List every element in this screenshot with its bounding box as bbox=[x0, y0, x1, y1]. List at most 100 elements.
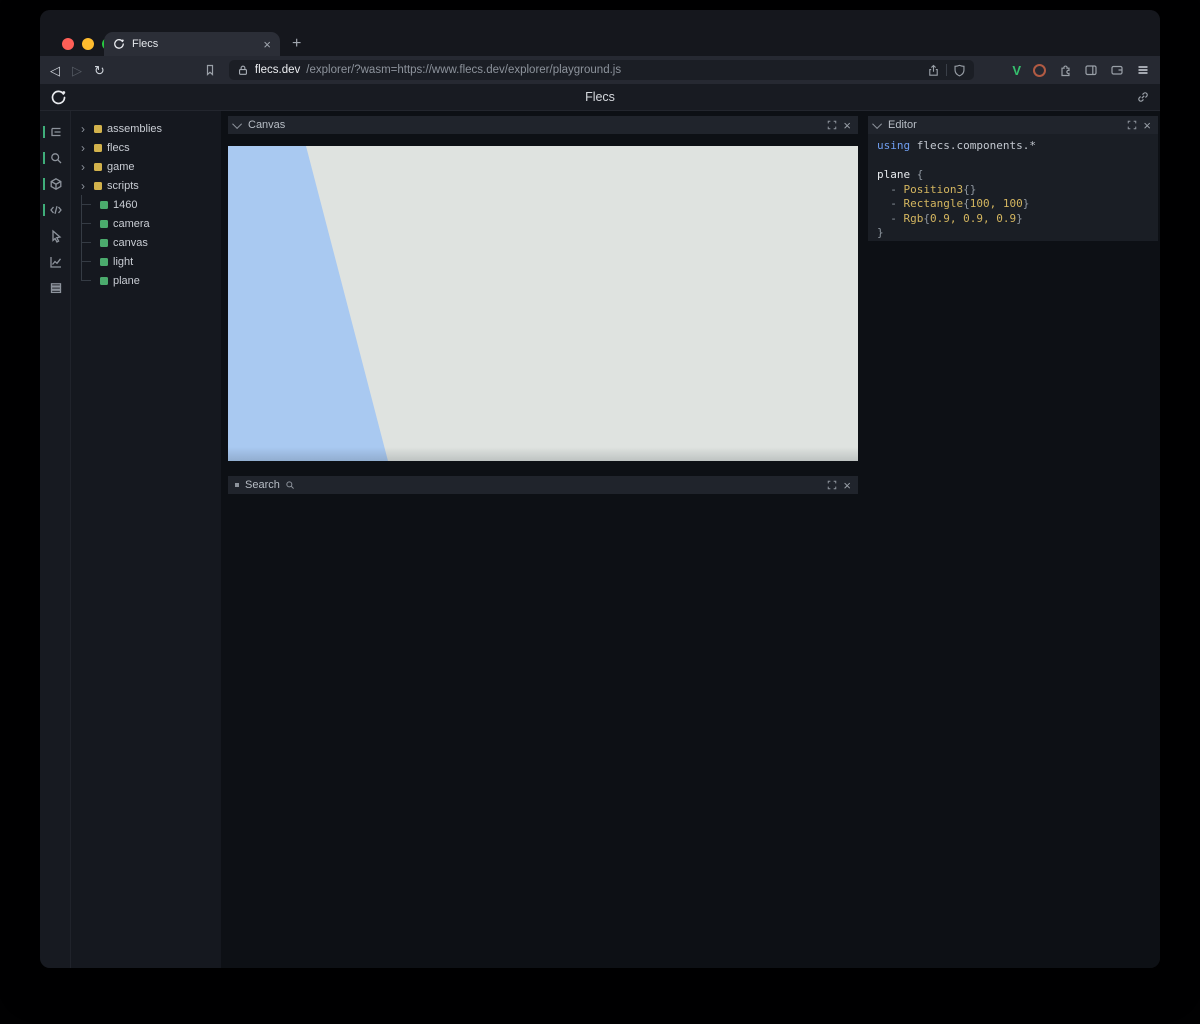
stats-chart-icon[interactable] bbox=[40, 249, 71, 275]
scene-sky bbox=[228, 146, 390, 461]
brave-shield-icon[interactable] bbox=[953, 64, 966, 77]
tree-item-label: assemblies bbox=[107, 123, 162, 135]
app-header: Flecs bbox=[40, 84, 1160, 111]
code-line: } bbox=[877, 226, 1158, 241]
module-square-icon bbox=[94, 144, 102, 152]
code-line: - Rectangle{100, 100} bbox=[877, 197, 1158, 212]
chevron-down-icon[interactable] bbox=[872, 119, 882, 129]
v-extension-icon[interactable]: V bbox=[1012, 63, 1021, 78]
close-window-button[interactable] bbox=[62, 38, 74, 50]
canvas-panel-title: Canvas bbox=[248, 119, 285, 131]
browser-toolbar: ◁ ▷ ↻ flecs.dev/explorer/?wasm=https://w… bbox=[40, 56, 1160, 84]
search-panel-header[interactable]: Search × bbox=[228, 476, 858, 494]
code-line bbox=[877, 154, 1158, 169]
close-icon[interactable]: × bbox=[843, 119, 851, 132]
expand-chevron-icon[interactable]: › bbox=[81, 180, 89, 192]
browser-tab[interactable]: Flecs × bbox=[104, 32, 280, 56]
bookmark-icon[interactable] bbox=[203, 63, 217, 77]
close-icon[interactable]: × bbox=[1143, 119, 1151, 132]
tree-item-label: plane bbox=[113, 275, 140, 287]
expand-chevron-icon[interactable]: › bbox=[81, 142, 89, 154]
sidebar-toggle-icon[interactable] bbox=[1084, 63, 1098, 77]
entity-square-icon bbox=[100, 220, 108, 228]
tab-close-icon[interactable]: × bbox=[263, 38, 271, 51]
entity-square-icon bbox=[100, 239, 108, 247]
tree-item-label: light bbox=[113, 256, 133, 268]
editor-code-icon[interactable] bbox=[40, 197, 71, 223]
tree-item-label: scripts bbox=[107, 180, 139, 192]
editor-code[interactable]: using flecs.components.* plane { - Posit… bbox=[868, 134, 1158, 241]
rows-table-icon[interactable] bbox=[40, 275, 71, 301]
tree-item-label: game bbox=[107, 161, 135, 173]
flecs-logo-icon bbox=[50, 89, 67, 106]
fullscreen-icon[interactable] bbox=[827, 480, 837, 490]
tree-item-scripts[interactable]: › scripts bbox=[71, 176, 221, 195]
module-square-icon bbox=[94, 182, 102, 190]
browser-window: Flecs × + ◁ ▷ ↻ fle bbox=[40, 10, 1160, 968]
forward-button[interactable]: ▷ bbox=[72, 64, 82, 77]
tree-item-plane[interactable]: plane bbox=[71, 271, 221, 290]
expand-chevron-icon[interactable]: › bbox=[81, 123, 89, 135]
new-tab-button[interactable]: + bbox=[292, 36, 301, 52]
url-domain: flecs.dev bbox=[255, 64, 300, 76]
page-title: Flecs bbox=[40, 90, 1160, 104]
module-square-icon bbox=[94, 163, 102, 171]
canvas-panel-header[interactable]: Canvas × bbox=[228, 116, 858, 134]
tab-title: Flecs bbox=[132, 38, 256, 50]
url-divider bbox=[946, 64, 947, 76]
close-icon[interactable]: × bbox=[843, 479, 851, 492]
code-line: plane { bbox=[877, 168, 1158, 183]
back-button[interactable]: ◁ bbox=[50, 64, 60, 77]
fullscreen-icon[interactable] bbox=[827, 120, 837, 130]
screenshot-stage: Flecs × + ◁ ▷ ↻ fle bbox=[0, 0, 1200, 1024]
expand-chevron-icon[interactable]: › bbox=[81, 161, 89, 173]
tree-item-flecs[interactable]: › flecs bbox=[71, 138, 221, 157]
editor-panel-title: Editor bbox=[888, 119, 917, 131]
search-panel-icon[interactable] bbox=[40, 145, 71, 171]
content-area: Canvas × Search bbox=[221, 111, 1160, 968]
tree-guide-line bbox=[81, 195, 95, 214]
collapse-dot-icon[interactable] bbox=[235, 483, 239, 487]
search-panel-title: Search bbox=[245, 479, 280, 491]
tree-item-assemblies[interactable]: › assemblies bbox=[71, 119, 221, 138]
tree-item-label: canvas bbox=[113, 237, 148, 249]
share-link-icon[interactable] bbox=[1136, 90, 1150, 109]
entity-square-icon bbox=[100, 277, 108, 285]
module-square-icon bbox=[94, 125, 102, 133]
tree-item-label: 1460 bbox=[113, 199, 137, 211]
chevron-down-icon[interactable] bbox=[232, 119, 242, 129]
tree-item-game[interactable]: › game bbox=[71, 157, 221, 176]
tree-item-label: camera bbox=[113, 218, 150, 230]
entity-square-icon bbox=[100, 258, 108, 266]
lock-icon bbox=[237, 64, 249, 76]
extension-ring-icon[interactable] bbox=[1033, 64, 1046, 77]
canvas-scene[interactable] bbox=[228, 146, 858, 461]
tree-item-1460[interactable]: 1460 bbox=[71, 195, 221, 214]
entity-tree: › assemblies › flecs › game › scripts 1460 camera… bbox=[71, 111, 221, 968]
menu-icon[interactable] bbox=[1136, 63, 1150, 77]
reload-button[interactable]: ↻ bbox=[94, 64, 105, 77]
share-icon[interactable] bbox=[927, 64, 940, 77]
wallet-icon[interactable] bbox=[1110, 63, 1124, 77]
code-line: - Rgb{0.9, 0.9, 0.9} bbox=[877, 212, 1158, 227]
inspect-cursor-icon[interactable] bbox=[40, 223, 71, 249]
editor-panel-header[interactable]: Editor × bbox=[868, 116, 1158, 134]
fullscreen-icon[interactable] bbox=[1127, 120, 1137, 130]
flecs-favicon bbox=[113, 38, 125, 50]
main-area: › assemblies › flecs › game › scripts 1460 camera… bbox=[40, 111, 1160, 968]
tree-guide-line bbox=[81, 233, 95, 252]
tree-item-light[interactable]: light bbox=[71, 252, 221, 271]
code-line: - Position3{} bbox=[877, 183, 1158, 198]
tree-item-camera[interactable]: camera bbox=[71, 214, 221, 233]
tree-item-canvas[interactable]: canvas bbox=[71, 233, 221, 252]
minimize-window-button[interactable] bbox=[82, 38, 94, 50]
entity-tree-panel-icon[interactable] bbox=[40, 119, 71, 145]
canvas-cube-icon[interactable] bbox=[40, 171, 71, 197]
address-bar[interactable]: flecs.dev/explorer/?wasm=https://www.fle… bbox=[229, 60, 974, 80]
browser-tab-strip: Flecs × + bbox=[40, 10, 1160, 56]
tree-guide-line bbox=[81, 214, 95, 233]
left-icon-strip bbox=[40, 111, 71, 968]
code-line: using flecs.components.* bbox=[877, 139, 1158, 154]
extensions-puzzle-icon[interactable] bbox=[1058, 63, 1072, 77]
tree-item-label: flecs bbox=[107, 142, 130, 154]
